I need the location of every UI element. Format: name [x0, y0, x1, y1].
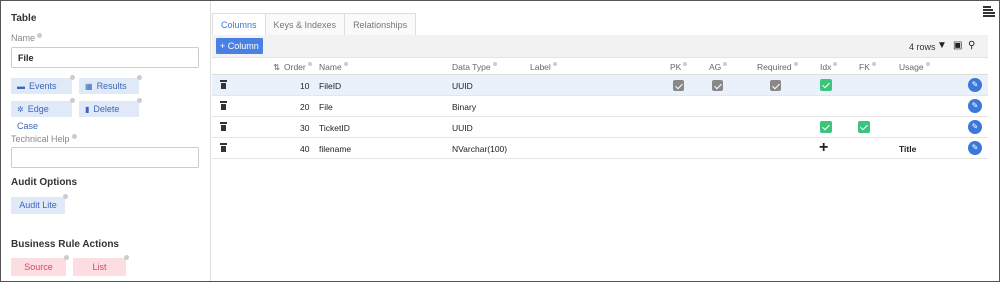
edit-pencil-icon[interactable]: ✎	[968, 99, 982, 113]
edge-case-button[interactable]: ✲ Edge Case	[11, 98, 75, 131]
technical-help-label: Technical Help	[11, 134, 77, 144]
table-heading: Table	[11, 13, 37, 24]
help-icon[interactable]	[137, 98, 142, 103]
help-icon[interactable]	[723, 62, 728, 66]
column-header-name[interactable]: Name	[319, 62, 348, 72]
source-button[interactable]: Source	[11, 255, 69, 276]
name-cell[interactable]: filename	[319, 144, 351, 154]
help-icon[interactable]	[492, 62, 497, 66]
help-icon[interactable]	[793, 62, 798, 66]
help-icon[interactable]	[124, 255, 129, 260]
table-row[interactable]: 20 File Binary ✎	[212, 96, 988, 117]
edit-pencil-icon[interactable]: ✎	[968, 141, 982, 155]
column-header-idx[interactable]: Idx	[820, 62, 838, 72]
filter-icon[interactable]: ▼	[937, 40, 947, 52]
table-row[interactable]: 40 filename NVarchar(100) + Title ✎	[212, 138, 988, 159]
name-input[interactable]: File	[11, 47, 199, 68]
help-icon[interactable]	[64, 255, 69, 260]
events-button[interactable]: ▬ Events	[11, 75, 75, 94]
help-icon[interactable]	[70, 98, 75, 103]
data-type-cell[interactable]: UUID	[452, 81, 473, 91]
technical-help-input[interactable]	[11, 147, 199, 168]
help-icon[interactable]	[70, 75, 75, 80]
name-cell[interactable]: FileID	[319, 81, 341, 91]
data-type-cell[interactable]: NVarchar(100)	[452, 144, 507, 154]
idx-check-icon[interactable]	[820, 121, 832, 133]
add-column-button[interactable]: + Column	[216, 38, 263, 54]
help-icon[interactable]	[871, 62, 876, 66]
column-header-order[interactable]: Order	[284, 62, 312, 72]
table-header: ⇅ Order Name Data Type Label PK AG Requi…	[212, 58, 988, 75]
column-header-ag[interactable]: AG	[709, 62, 728, 72]
tab-relationships[interactable]: Relationships	[344, 13, 417, 35]
column-header-data-type[interactable]: Data Type	[452, 62, 497, 72]
edit-pencil-icon[interactable]: ✎	[968, 120, 982, 134]
gear-icon: ✲	[17, 105, 24, 114]
idx-check-icon[interactable]	[820, 79, 832, 91]
edit-pencil-icon[interactable]: ✎	[968, 78, 982, 92]
order-cell[interactable]: 10	[300, 81, 309, 91]
tab-columns[interactable]: Columns	[212, 13, 266, 35]
help-icon[interactable]	[343, 62, 348, 66]
audit-options-heading: Audit Options	[11, 177, 78, 188]
list-button[interactable]: List	[73, 255, 129, 276]
pk-checkbox[interactable]	[673, 80, 684, 91]
column-header-required[interactable]: Required	[757, 62, 798, 72]
search-icon[interactable]: ⚲	[968, 40, 975, 52]
order-cell[interactable]: 40	[300, 144, 309, 154]
help-icon[interactable]	[683, 62, 688, 66]
ag-checkbox[interactable]	[712, 80, 723, 91]
trash-icon[interactable]	[220, 80, 227, 89]
help-icon[interactable]	[552, 62, 557, 66]
usage-cell[interactable]: Title	[899, 144, 916, 154]
column-header-fk[interactable]: FK	[859, 62, 876, 72]
name-cell[interactable]: TicketID	[319, 123, 350, 133]
order-cell[interactable]: 20	[300, 102, 309, 112]
sort-icon[interactable]: ⇅	[273, 62, 280, 73]
help-icon[interactable]	[71, 134, 77, 139]
trash-icon[interactable]	[220, 122, 227, 131]
panel-toggle-icon[interactable]	[983, 5, 995, 17]
inbox-icon: ▬	[17, 82, 25, 91]
trash-icon[interactable]	[220, 101, 227, 110]
name-label: Name	[11, 33, 43, 43]
delete-button[interactable]: ▮ Delete	[79, 98, 142, 117]
table-row[interactable]: 10 FileID UUID ✎	[212, 75, 988, 96]
order-cell[interactable]: 30	[300, 123, 309, 133]
column-header-pk[interactable]: PK	[670, 62, 688, 72]
data-type-cell[interactable]: Binary	[452, 102, 476, 112]
required-checkbox[interactable]	[770, 80, 781, 91]
help-icon[interactable]	[833, 62, 838, 66]
results-button[interactable]: ▦ Results	[79, 75, 142, 94]
row-count: 4 rows	[909, 42, 936, 52]
add-index-plus-icon[interactable]: +	[819, 140, 828, 156]
help-icon[interactable]	[137, 75, 142, 80]
help-icon[interactable]	[63, 194, 68, 199]
save-icon[interactable]: ▣	[953, 40, 962, 52]
trash-icon: ▮	[85, 105, 90, 114]
help-icon[interactable]	[307, 62, 312, 66]
column-header-label[interactable]: Label	[530, 62, 557, 72]
audit-lite-button[interactable]: Audit Lite	[11, 194, 68, 214]
data-type-cell[interactable]: UUID	[452, 123, 473, 133]
column-header-usage[interactable]: Usage	[899, 62, 930, 72]
grid-toolbar: + Column 4 rows ▼ ▣ ⚲	[212, 35, 988, 58]
fk-check-icon[interactable]	[858, 121, 870, 133]
business-rule-actions-heading: Business Rule Actions	[11, 239, 119, 250]
help-icon[interactable]	[925, 62, 930, 66]
name-cell[interactable]: File	[319, 102, 333, 112]
table-icon: ▦	[85, 82, 93, 91]
trash-icon[interactable]	[220, 143, 227, 152]
table-row[interactable]: 30 TicketID UUID ✎	[212, 117, 988, 138]
tab-keys-indexes[interactable]: Keys & Indexes	[264, 13, 346, 35]
help-icon[interactable]	[37, 33, 43, 38]
tab-bar: Columns Keys & Indexes Relationships	[212, 13, 417, 35]
table-properties-panel: Table Name File ▬ Events ▦ Results ✲ Edge C…	[1, 1, 211, 281]
